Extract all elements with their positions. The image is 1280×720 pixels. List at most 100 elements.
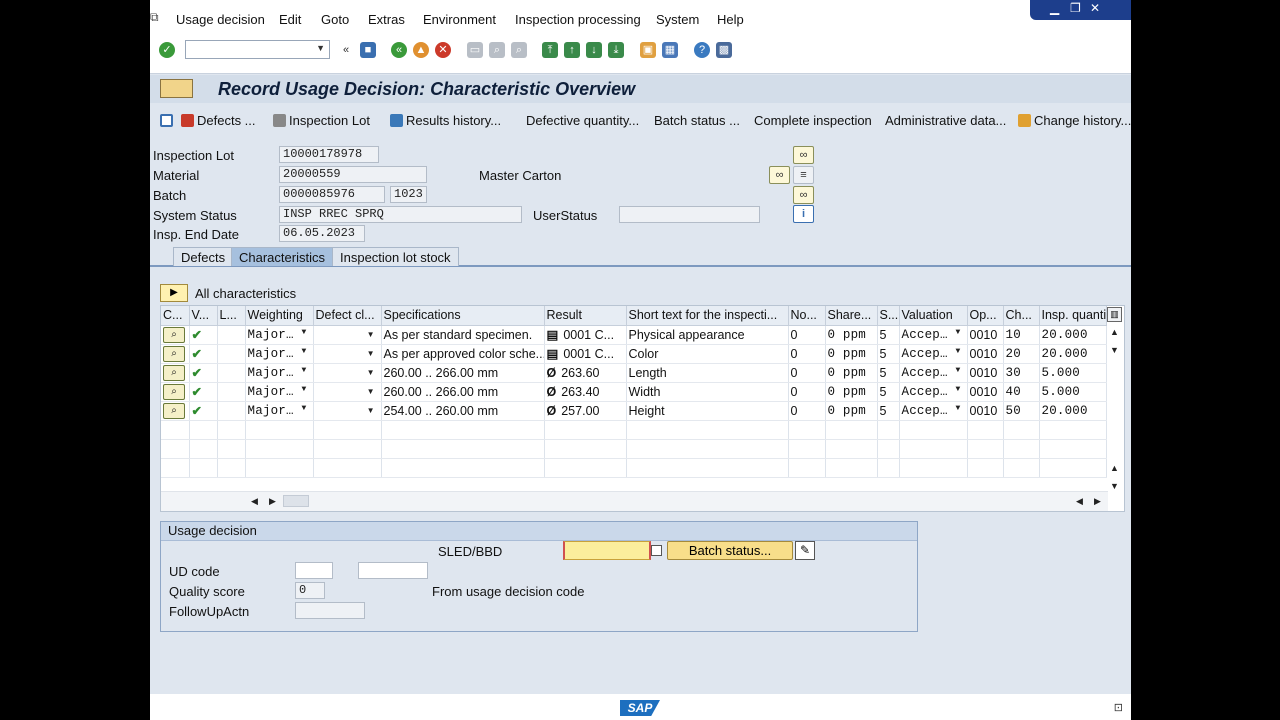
- chevron-down-icon[interactable]: ▼: [367, 330, 380, 339]
- back-icon[interactable]: «: [391, 42, 407, 58]
- scroll-up-icon[interactable]: ▲: [1110, 327, 1119, 337]
- administrative-data-button[interactable]: Administrative data...: [885, 113, 1006, 128]
- valuation-cell[interactable]: Accep… ▼: [899, 344, 968, 364]
- weighting-cell[interactable]: Major… ▼: [245, 401, 314, 421]
- scroll-left-icon[interactable]: ◀: [251, 496, 258, 507]
- save-icon[interactable]: ■: [360, 42, 376, 58]
- vertical-scrollbar[interactable]: ▲ ▼ ▲ ▼: [1106, 325, 1124, 511]
- valuation-cell[interactable]: Accep… ▼: [899, 363, 968, 383]
- valuation-cell[interactable]: Accep… ▼: [899, 401, 968, 421]
- tab-inspection-lot-stock[interactable]: Inspection lot stock: [332, 247, 459, 266]
- chevron-down-icon[interactable]: ▼: [367, 368, 380, 377]
- chevron-down-icon[interactable]: ▼: [301, 404, 312, 413]
- lock-icon[interactable]: ⊡: [1114, 701, 1123, 714]
- previous-page-icon[interactable]: ↑: [564, 42, 580, 58]
- results-history-button[interactable]: Results history...: [390, 113, 501, 128]
- display-batch-glasses-icon[interactable]: ∞: [793, 186, 814, 204]
- chevron-down-icon[interactable]: ▼: [955, 328, 966, 337]
- followup-field[interactable]: [295, 602, 365, 619]
- menu-environment[interactable]: Environment: [423, 12, 496, 27]
- col-header-result[interactable]: Result: [544, 306, 627, 326]
- scroll-right-end-icon[interactable]: ▶: [1094, 496, 1101, 507]
- table-row[interactable]: ⌕ ✔ Major… ▼ ▼ As per approved color sche... ▤…: [161, 344, 1107, 364]
- detail-cell[interactable]: ⌕: [161, 344, 190, 364]
- valuation-cell[interactable]: Accep… ▼: [899, 325, 968, 345]
- horizontal-scrollbar[interactable]: ◀ ▶ ◀ ▶: [161, 491, 1108, 511]
- system-menu-icon[interactable]: ⧉: [150, 10, 164, 24]
- chevron-down-icon[interactable]: ▼: [955, 404, 966, 413]
- zoom-detail-icon[interactable]: ⌕: [163, 403, 185, 419]
- tab-characteristics[interactable]: Characteristics: [231, 247, 333, 266]
- display-lot-glasses-icon[interactable]: ∞: [793, 146, 814, 164]
- detail-cell[interactable]: ⌕: [161, 363, 190, 383]
- defects-button[interactable]: Defects ...: [181, 113, 256, 128]
- col-header-specifications[interactable]: Specifications: [381, 306, 545, 326]
- list-icon[interactable]: [160, 113, 176, 128]
- status-info-icon[interactable]: i: [793, 205, 814, 223]
- scroll-right-icon[interactable]: ▶: [269, 496, 276, 507]
- restore-icon[interactable]: ❐: [1070, 1, 1081, 15]
- table-row[interactable]: ⌕ ✔ Major… ▼ ▼ 254.00 .. 260.00 mm Ø 257.00 Heig…: [161, 401, 1107, 421]
- detail-cell[interactable]: ⌕: [161, 325, 190, 345]
- chevron-down-icon[interactable]: ▼: [955, 366, 966, 375]
- result-cell[interactable]: ▤ 0001 C...: [544, 325, 627, 345]
- menu-goto[interactable]: Goto: [321, 12, 349, 27]
- result-cell[interactable]: ▤ 0001 C...: [544, 344, 627, 364]
- result-cell[interactable]: Ø 257.00: [544, 401, 627, 421]
- menu-usage-decision[interactable]: Usage decision: [176, 12, 265, 27]
- weighting-cell[interactable]: Major… ▼: [245, 325, 314, 345]
- cancel-icon[interactable]: ✕: [435, 42, 451, 58]
- batch-status-toolbar-button[interactable]: Batch status ...: [654, 113, 740, 128]
- weighting-cell[interactable]: Major… ▼: [245, 382, 314, 402]
- zoom-detail-icon[interactable]: ⌕: [163, 365, 185, 381]
- detail-cell[interactable]: ⌕: [161, 401, 190, 421]
- help-icon[interactable]: ?: [694, 42, 710, 58]
- complete-inspection-button[interactable]: Complete inspection: [754, 113, 872, 128]
- scroll-left-end-icon[interactable]: ◀: [1076, 496, 1083, 507]
- inspection-lot-field[interactable]: 10000178978: [279, 146, 379, 163]
- chevron-down-icon[interactable]: ▼: [955, 385, 966, 394]
- double-chevron-left-icon[interactable]: «: [338, 42, 354, 58]
- col-header-s[interactable]: S...: [877, 306, 900, 326]
- col-header-c[interactable]: C...: [161, 306, 190, 326]
- col-header-v[interactable]: V...: [189, 306, 218, 326]
- col-header-short-text[interactable]: Short text for the inspecti...: [626, 306, 789, 326]
- result-cell[interactable]: Ø 263.40: [544, 382, 627, 402]
- col-header-insp-quantity[interactable]: Insp. quanti: [1039, 306, 1107, 326]
- column-settings-icon[interactable]: ▥: [1107, 307, 1122, 322]
- menu-inspection-processing[interactable]: Inspection processing: [515, 12, 641, 27]
- sled-input[interactable]: [563, 541, 651, 560]
- zoom-detail-icon[interactable]: ⌕: [163, 384, 185, 400]
- chevron-down-icon[interactable]: ▼: [367, 387, 380, 396]
- scroll-down-icon[interactable]: ▼: [1110, 345, 1119, 355]
- col-header-l[interactable]: L...: [217, 306, 246, 326]
- batch-status-button[interactable]: Batch status...: [667, 541, 793, 560]
- detail-cell[interactable]: ⌕: [161, 382, 190, 402]
- tab-defects[interactable]: Defects: [173, 247, 234, 266]
- change-history-button[interactable]: Change history...: [1018, 113, 1131, 128]
- defect-class-cell[interactable]: ▼: [313, 363, 382, 383]
- ud-code-text-input[interactable]: [358, 562, 428, 579]
- menu-edit[interactable]: Edit: [279, 12, 301, 27]
- chevron-down-icon[interactable]: ▼: [301, 347, 312, 356]
- defect-class-cell[interactable]: ▼: [313, 401, 382, 421]
- chevron-down-icon[interactable]: ▼: [316, 43, 325, 53]
- menu-help[interactable]: Help: [717, 12, 744, 27]
- weighting-cell[interactable]: Major… ▼: [245, 344, 314, 364]
- col-header-op[interactable]: Op...: [967, 306, 1004, 326]
- chevron-down-icon[interactable]: ▼: [367, 349, 380, 358]
- chevron-down-icon[interactable]: ▼: [301, 328, 312, 337]
- next-page-icon[interactable]: ↓: [586, 42, 602, 58]
- last-page-icon[interactable]: ⤓: [608, 42, 624, 58]
- filter-toggle-button[interactable]: ▶: [160, 284, 188, 302]
- ud-code-input[interactable]: [295, 562, 333, 579]
- minimize-icon[interactable]: ▁: [1050, 1, 1059, 15]
- col-header-valuation[interactable]: Valuation: [899, 306, 968, 326]
- command-field[interactable]: ▼: [185, 40, 330, 59]
- calendar-icon[interactable]: [651, 545, 662, 556]
- defect-class-cell[interactable]: ▼: [313, 325, 382, 345]
- defect-class-cell[interactable]: ▼: [313, 382, 382, 402]
- menu-system[interactable]: System: [656, 12, 699, 27]
- chevron-down-icon[interactable]: ▼: [301, 366, 312, 375]
- chevron-down-icon[interactable]: ▼: [301, 385, 312, 394]
